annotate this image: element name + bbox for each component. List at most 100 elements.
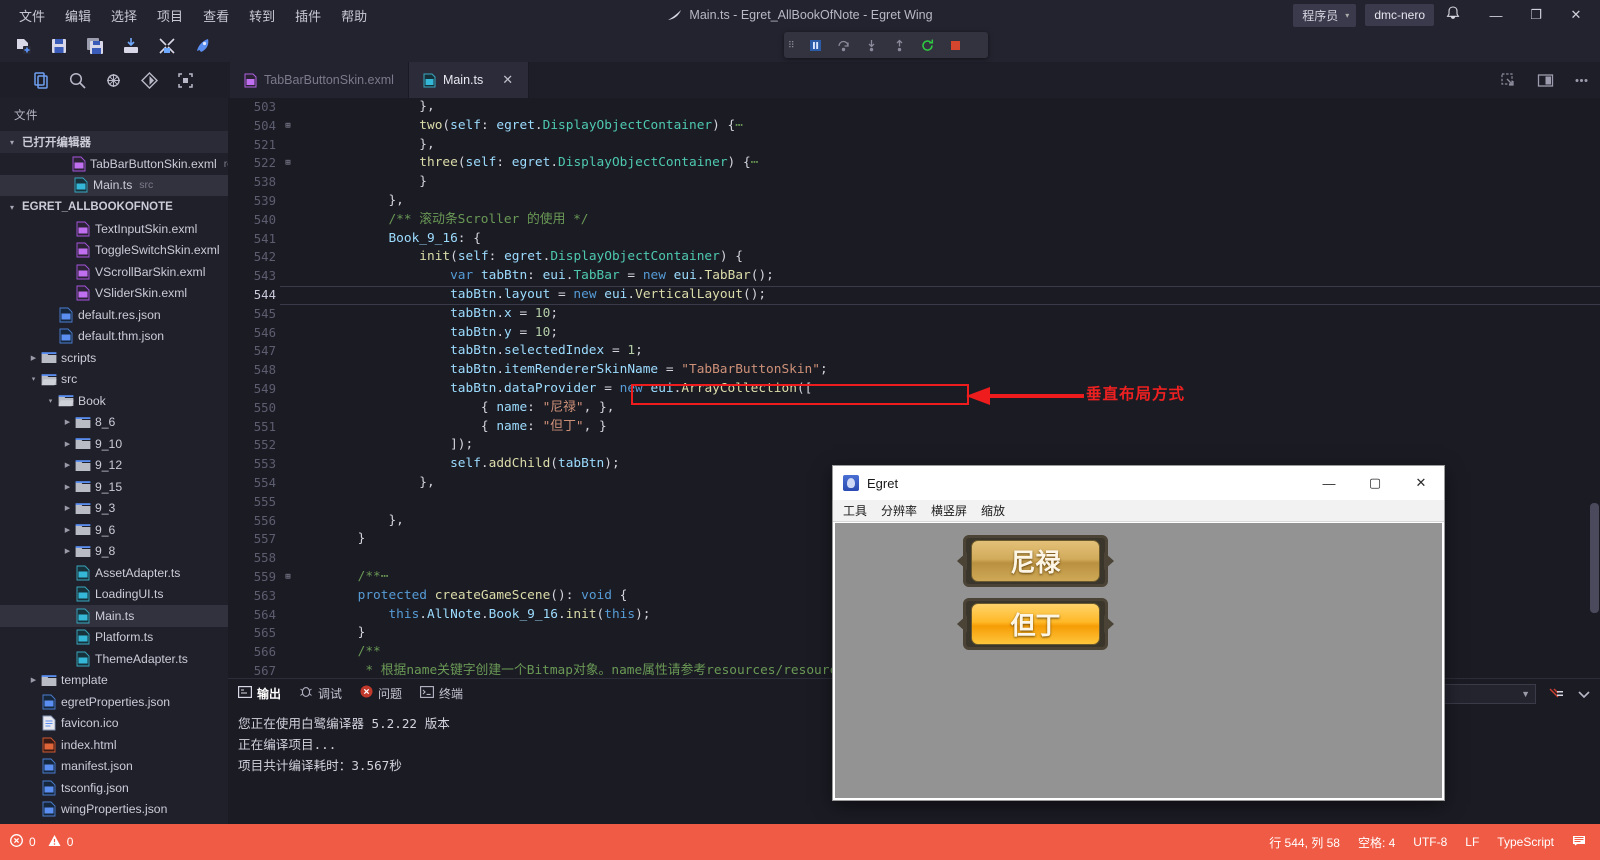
open-editor-item-main-ts[interactable]: Main.ts src	[0, 174, 228, 196]
code-line[interactable]: 549 tabBtn.dataProvider = new eui.ArrayC…	[228, 380, 1600, 399]
tree-item-9-6[interactable]: ▶ 9_6	[0, 519, 228, 541]
code-line[interactable]: 540 /** 滚动条Scroller 的使用 */	[228, 211, 1600, 230]
open-editor-item-tabbarbuttonskin[interactable]: TabBarButtonSkin.exml resour...	[0, 153, 228, 175]
tab-tabbarbuttonskin[interactable]: TabBarButtonSkin.exml	[230, 62, 409, 98]
chevron-down-icon[interactable]: ▾	[44, 397, 57, 405]
chevron-down-icon[interactable]: ▾	[27, 375, 40, 383]
code-line[interactable]: 546 tabBtn.y = 10;	[228, 324, 1600, 343]
build-icon[interactable]	[152, 33, 182, 59]
collapse-panel-icon[interactable]	[1576, 686, 1592, 702]
egret-close-button[interactable]: ✕	[1398, 466, 1444, 500]
tree-item-src[interactable]: ▾ src	[0, 369, 228, 391]
tree-item-main-ts[interactable]: Main.ts	[0, 605, 228, 627]
tree-item-assetadapter-ts[interactable]: AssetAdapter.ts	[0, 562, 228, 584]
status-error-count[interactable]: 0	[29, 835, 36, 849]
code-line[interactable]: 544 tabBtn.layout = new eui.VerticalLayo…	[228, 285, 1600, 305]
window-maximize-button[interactable]: ❐	[1516, 0, 1556, 30]
tree-item-favicon-ico[interactable]: favicon.ico	[0, 713, 228, 735]
tree-item-vsliderskin-exml[interactable]: VSliderSkin.exml	[0, 283, 228, 305]
tree-item-scripts[interactable]: ▶ scripts	[0, 347, 228, 369]
egret-menu-tools[interactable]: 工具	[843, 502, 867, 519]
tab-button-nilu[interactable]: 尼禄	[957, 535, 1114, 587]
save-icon[interactable]	[44, 33, 74, 59]
save-all-icon[interactable]	[80, 33, 110, 59]
scrollbar-thumb[interactable]	[1590, 503, 1599, 613]
menu-view[interactable]: 查看	[194, 2, 238, 29]
chevron-right-icon[interactable]: ▶	[61, 440, 74, 448]
chevron-right-icon[interactable]: ▶	[27, 676, 40, 684]
code-line[interactable]: 542 init(self: egret.DisplayObjectContai…	[228, 248, 1600, 267]
panel-tab-output[interactable]: 输出	[238, 685, 281, 702]
window-minimize-button[interactable]: —	[1476, 0, 1516, 30]
egret-minimize-button[interactable]: —	[1306, 466, 1352, 500]
code-line[interactable]: 504 ⊞ two(self: egret.DisplayObjectContai…	[228, 117, 1600, 136]
code-line[interactable]: 522 ⊞ three(self: egret.DisplayObjectCont…	[228, 154, 1600, 173]
menu-select[interactable]: 选择	[102, 2, 146, 29]
tree-item-textinputskin-exml[interactable]: TextInputSkin.exml	[0, 218, 228, 240]
pause-icon[interactable]	[802, 34, 828, 56]
egret-preview-window[interactable]: Egret — ▢ ✕ 工具 分辨率 横竖屏 缩放 尼禄 但丁	[833, 466, 1444, 800]
chevron-right-icon[interactable]: ▶	[61, 547, 74, 555]
code-line[interactable]: 538 }	[228, 173, 1600, 192]
tree-item-wingproperties-json[interactable]: wingProperties.json	[0, 799, 228, 821]
tree-item-index-html[interactable]: index.html	[0, 734, 228, 756]
role-selector[interactable]: 程序员 ▾	[1293, 3, 1357, 27]
chevron-right-icon[interactable]: ▶	[61, 418, 74, 426]
status-encoding[interactable]: UTF-8	[1413, 835, 1447, 849]
tree-item-template[interactable]: ▶ template	[0, 670, 228, 692]
chevron-right-icon[interactable]: ▶	[61, 526, 74, 534]
egret-menu-zoom[interactable]: 缩放	[981, 502, 1005, 519]
user-account-chip[interactable]: dmc-nero	[1365, 4, 1434, 26]
warning-triangle-icon[interactable]	[48, 834, 61, 850]
feedback-icon[interactable]	[1572, 834, 1586, 850]
code-line[interactable]: 551 { name: "但丁", }	[228, 418, 1600, 437]
search-icon[interactable]	[66, 69, 88, 91]
tree-item-platform-ts[interactable]: Platform.ts	[0, 627, 228, 649]
menu-project[interactable]: 项目	[148, 2, 192, 29]
section-open-editors[interactable]: ▾ 已打开编辑器	[0, 131, 228, 153]
more-actions-icon[interactable]	[1572, 71, 1590, 89]
tree-item-book[interactable]: ▾ Book	[0, 390, 228, 412]
source-control-icon[interactable]	[138, 69, 160, 91]
menu-help[interactable]: 帮助	[332, 2, 376, 29]
close-icon[interactable]: ✕	[502, 72, 513, 88]
tree-item-default-thm-json[interactable]: default.thm.json	[0, 326, 228, 348]
tree-item-8-6[interactable]: ▶ 8_6	[0, 412, 228, 434]
tree-item-9-10[interactable]: ▶ 9_10	[0, 433, 228, 455]
chevron-right-icon[interactable]: ▶	[61, 483, 74, 491]
menu-file[interactable]: 文件	[10, 2, 54, 29]
code-line[interactable]: 547 tabBtn.selectedIndex = 1;	[228, 342, 1600, 361]
code-line[interactable]: 545 tabBtn.x = 10;	[228, 305, 1600, 324]
tree-item-manifest-json[interactable]: manifest.json	[0, 756, 228, 778]
code-line[interactable]: 552 ]);	[228, 436, 1600, 455]
tab-button-danding[interactable]: 但丁	[957, 598, 1114, 650]
menu-goto[interactable]: 转到	[240, 2, 284, 29]
code-line[interactable]: 539 },	[228, 192, 1600, 211]
egret-menu-resolution[interactable]: 分辨率	[881, 502, 917, 519]
code-line[interactable]: 521 },	[228, 136, 1600, 155]
explorer-icon[interactable]	[30, 69, 52, 91]
tree-item-default-res-json[interactable]: default.res.json	[0, 304, 228, 326]
stop-icon[interactable]	[942, 34, 968, 56]
fold-expand-icon[interactable]: ⊞	[280, 154, 296, 173]
tree-item-loadingui-ts[interactable]: LoadingUI.ts	[0, 584, 228, 606]
egret-menu-orientation[interactable]: 横竖屏	[931, 502, 967, 519]
fold-expand-icon[interactable]: ⊞	[280, 117, 296, 136]
menu-plugin[interactable]: 插件	[286, 2, 330, 29]
step-into-icon[interactable]	[858, 34, 884, 56]
tree-item-9-12[interactable]: ▶ 9_12	[0, 455, 228, 477]
chevron-right-icon[interactable]: ▶	[61, 504, 74, 512]
run-icon[interactable]	[188, 33, 218, 59]
tree-item-vscrollbarskin-exml[interactable]: VScrollBarSkin.exml	[0, 261, 228, 283]
bell-icon[interactable]	[1446, 6, 1460, 24]
chevron-right-icon[interactable]: ▶	[27, 354, 40, 362]
status-eol[interactable]: LF	[1465, 835, 1479, 849]
drag-grip-icon[interactable]: ⠿	[788, 41, 800, 50]
code-line[interactable]: 543 var tabBtn: eui.TabBar = new eui.Tab…	[228, 267, 1600, 286]
code-line[interactable]: 548 tabBtn.itemRendererSkinName = "TabBa…	[228, 361, 1600, 380]
clear-output-icon[interactable]	[1548, 686, 1564, 702]
code-line[interactable]: 550 { name: "尼禄", },	[228, 399, 1600, 418]
tree-item-9-3[interactable]: ▶ 9_3	[0, 498, 228, 520]
panel-tab-terminal[interactable]: 终端	[420, 685, 463, 702]
tree-item-9-8[interactable]: ▶ 9_8	[0, 541, 228, 563]
